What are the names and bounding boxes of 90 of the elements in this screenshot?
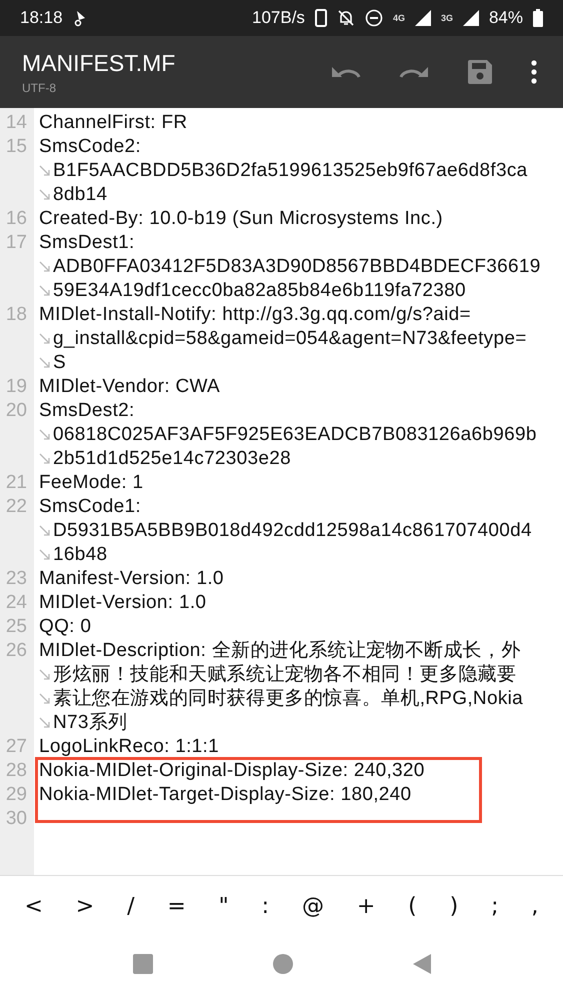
- line-number: 20: [4, 399, 27, 423]
- line-number: 18: [4, 303, 27, 327]
- phone-icon: [314, 9, 327, 27]
- code-text: ChannelFirst: FR: [39, 111, 188, 135]
- code-text: FeeMode: 1: [39, 471, 144, 495]
- code-text: 06818C025AF3AF5F925E63EADCB7B083126a6b969b: [53, 423, 537, 447]
- line-number: 30: [4, 807, 27, 831]
- line-number: 22: [4, 495, 27, 519]
- wrap-arrow-icon: [39, 261, 51, 273]
- code-text: 8db14: [53, 183, 108, 207]
- code-text: g_install&cpid=58&gameid=054&agent=N73&feetype=: [53, 327, 527, 351]
- code-text: D5931B5A5BB9B018d492cdd12598a14c861707400d4: [53, 519, 532, 543]
- code-text: Manifest-Version: 1.0: [39, 567, 224, 591]
- clock-text: 18:18: [20, 8, 63, 28]
- line-number: 27: [4, 735, 27, 759]
- symbol-key[interactable]: ): [444, 890, 464, 922]
- code-text: N73系列: [53, 711, 128, 735]
- symbol-key[interactable]: :: [256, 890, 276, 922]
- code-text: ADB0FFA03412F5D83A3D90D8567BBD4BDECF36619: [53, 255, 541, 279]
- line-number: 29: [4, 783, 27, 807]
- wrap-arrow-icon: [39, 525, 51, 537]
- symbol-key[interactable]: (: [402, 890, 423, 922]
- save-icon: [467, 59, 493, 85]
- encoding-text: UTF-8: [22, 80, 57, 94]
- line-number: 16: [4, 207, 27, 231]
- symbol-key[interactable]: ;: [485, 890, 505, 922]
- battery-icon: [533, 9, 543, 27]
- symbol-key[interactable]: >: [70, 890, 100, 922]
- symbol-key[interactable]: @: [296, 890, 330, 922]
- code-text: B1F5AACBDD5B36D2fa5199613525eb9f67ae6d8f3ca: [53, 159, 528, 183]
- wrap-arrow-icon: [39, 333, 51, 345]
- line-number: 28: [4, 759, 27, 783]
- recents-button[interactable]: [132, 954, 152, 974]
- code-text: LogoLinkReco: 1:1:1: [39, 735, 219, 759]
- notification-icon: [72, 9, 87, 27]
- line-number: 14: [4, 111, 27, 135]
- code-text: SmsCode1:: [39, 495, 141, 519]
- file-title: MANIFEST.MF: [22, 50, 176, 76]
- code-text: Nokia-MIDlet-Target-Display-Size: 180,240: [39, 783, 412, 807]
- signal-icon: [462, 10, 479, 26]
- symbol-key[interactable]: ,: [525, 890, 544, 922]
- code-text: 形炫丽！技能和天赋系统让宠物各不相同！更多隐藏要: [53, 663, 516, 687]
- wrap-arrow-icon: [39, 285, 51, 297]
- wrap-arrow-icon: [39, 693, 51, 705]
- code-text: SmsDest2:: [39, 399, 135, 423]
- symbol-key[interactable]: =: [161, 890, 192, 922]
- wrap-arrow-icon: [39, 669, 51, 681]
- do-not-disturb-icon: [364, 9, 383, 27]
- line-number: 19: [4, 375, 27, 399]
- wrap-arrow-icon: [39, 357, 51, 369]
- line-number: 25: [4, 615, 27, 639]
- wrap-arrow-icon: [39, 717, 51, 729]
- more-icon: [531, 60, 537, 84]
- symbol-key[interactable]: +: [350, 890, 382, 922]
- wrap-arrow-icon: [39, 429, 51, 441]
- symbol-key[interactable]: ": [212, 890, 235, 922]
- code-text: 素让您在游戏的同时获得更多的惊喜。单机,RPG,Nokia: [53, 687, 524, 711]
- code-text: SmsDest1:: [39, 231, 135, 255]
- wrap-arrow-icon: [39, 165, 51, 177]
- code-text: Nokia-MIDlet-Original-Display-Size: 240,320: [39, 759, 425, 783]
- line-number: 24: [4, 591, 27, 615]
- home-button[interactable]: [272, 954, 292, 974]
- code-text: SmsCode2:: [39, 135, 141, 159]
- symbol-key[interactable]: <: [18, 890, 49, 922]
- network-type-text: 4G: [392, 13, 405, 23]
- code-text: MIDlet-Version: 1.0: [39, 591, 206, 615]
- battery-percent-text: 84%: [488, 8, 523, 28]
- code-text: MIDlet-Description: 全新的进化系统让宠物不断成长，外: [39, 639, 521, 663]
- line-number: 26: [4, 639, 27, 663]
- line-number: 21: [4, 471, 27, 495]
- bell-off-icon: [336, 9, 355, 27]
- back-button[interactable]: [412, 954, 430, 974]
- line-number: 15: [4, 135, 27, 159]
- code-text: 2b51d1d525e14c72303e28: [53, 447, 292, 471]
- wrap-arrow-icon: [39, 189, 51, 201]
- wrap-arrow-icon: [39, 453, 51, 465]
- code-text: MIDlet-Install-Notify: http://g3.3g.qq.com/g/s?aid=: [39, 303, 471, 327]
- code-text: 59E34A19df1cecc0ba82a85b84e6b119fa72380: [53, 279, 466, 303]
- code-text: S: [53, 351, 66, 375]
- symbol-key[interactable]: /: [121, 890, 140, 922]
- code-text: 16b48: [53, 543, 108, 567]
- network-type-text: 3G: [440, 13, 453, 23]
- wrap-arrow-icon: [39, 549, 51, 561]
- code-text: MIDlet-Vendor: CWA: [39, 375, 220, 399]
- line-number: 23: [4, 567, 27, 591]
- code-text: QQ: 0: [39, 615, 92, 639]
- line-number: 17: [4, 231, 27, 255]
- network-speed-text: 107B/s: [252, 8, 305, 28]
- code-text: Created-By: 10.0-b19 (Sun Microsystems Inc.): [39, 207, 443, 231]
- signal-icon: [414, 10, 431, 26]
